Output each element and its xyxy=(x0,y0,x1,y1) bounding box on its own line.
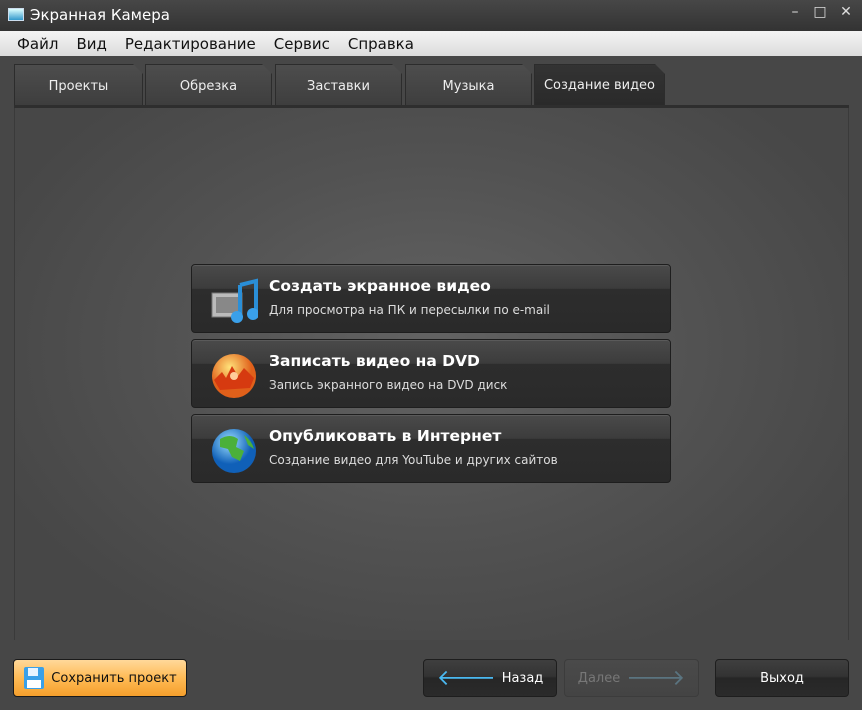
arrow-left-icon: 🡐 xyxy=(436,666,496,691)
option-title: Создать экранное видео xyxy=(269,277,491,295)
video-music-icon xyxy=(211,278,258,323)
globe-icon xyxy=(212,429,256,473)
arrow-right-icon: 🡒 xyxy=(626,666,686,691)
floppy-disk-icon xyxy=(24,667,45,689)
exit-label: Выход xyxy=(760,670,804,686)
tab-projects[interactable]: Проекты xyxy=(14,64,143,105)
next-button[interactable]: Далее 🡒 xyxy=(564,659,699,697)
tab-intros[interactable]: Заставки xyxy=(275,64,402,105)
close-button[interactable]: ✕ xyxy=(834,4,858,20)
create-screen-video-option[interactable]: Создать экранное видео Для просмотра на … xyxy=(191,264,671,333)
menu-edit[interactable]: Редактирование xyxy=(116,31,265,56)
option-subtitle: Запись экранного видео на DVD диск xyxy=(269,378,508,392)
save-project-label: Сохранить проект xyxy=(51,670,177,686)
back-label: Назад xyxy=(501,670,544,686)
minimize-button[interactable]: – xyxy=(783,4,807,20)
menu-service[interactable]: Сервис xyxy=(265,31,339,56)
window-title: Экранная Камера xyxy=(30,6,170,24)
next-label: Далее xyxy=(577,670,621,686)
burn-dvd-option[interactable]: Записать видео на DVD Запись экранного в… xyxy=(191,339,671,408)
tab-create-video[interactable]: Создание видео xyxy=(534,64,665,105)
dvd-disc-icon xyxy=(212,354,256,398)
option-subtitle: Для просмотра на ПК и пересылки по e-mai… xyxy=(269,303,550,317)
save-project-button[interactable]: Сохранить проект xyxy=(13,659,187,697)
maximize-button[interactable]: □ xyxy=(808,4,832,20)
menu-view[interactable]: Вид xyxy=(67,31,115,56)
publish-internet-option[interactable]: Опубликовать в Интернет Создание видео д… xyxy=(191,414,671,483)
back-button[interactable]: 🡐 Назад xyxy=(423,659,557,697)
menu-bar: Файл Вид Редактирование Сервис Справка xyxy=(0,31,862,56)
menu-help[interactable]: Справка xyxy=(339,31,423,56)
menu-file[interactable]: Файл xyxy=(8,31,67,56)
option-title: Опубликовать в Интернет xyxy=(269,427,502,445)
tab-trim[interactable]: Обрезка xyxy=(145,64,272,105)
option-subtitle: Создание видео для YouTube и других сайт… xyxy=(269,453,558,467)
title-bar: Экранная Камера – □ ✕ xyxy=(0,0,862,31)
tab-music[interactable]: Музыка xyxy=(405,64,532,105)
option-title: Записать видео на DVD xyxy=(269,352,480,370)
exit-button[interactable]: Выход xyxy=(715,659,849,697)
app-monitor-icon xyxy=(8,8,24,21)
